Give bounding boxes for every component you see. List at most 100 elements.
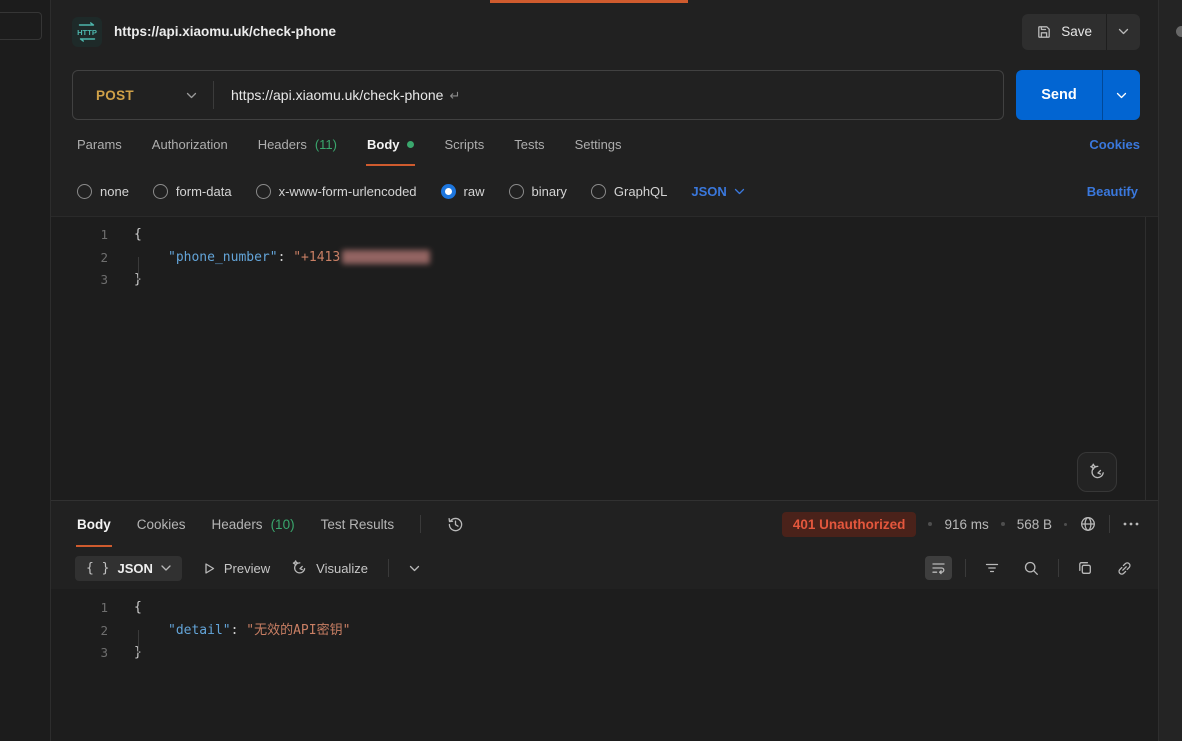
request-body-editor[interactable]: 1 { 2 "phone_number": "+1413XXXXXXX 3 } [51, 216, 1158, 500]
body-mode-row: none form-data x-www-form-urlencoded raw… [51, 166, 1158, 216]
search-icon[interactable] [1018, 556, 1045, 581]
response-size: 568 B [1017, 517, 1052, 532]
save-button-main[interactable]: Save [1022, 14, 1106, 50]
radio-binary[interactable]: binary [509, 184, 567, 199]
code-line: 2 "phone_number": "+1413XXXXXXX [51, 247, 1158, 270]
save-label: Save [1061, 24, 1092, 39]
tab-body[interactable]: Body [367, 122, 415, 166]
body-modified-dot [407, 141, 414, 148]
network-globe-icon[interactable] [1079, 515, 1097, 533]
line-number: 2 [51, 247, 108, 270]
response-panel: Body Cookies Headers(10) Test Results 40… [51, 500, 1158, 741]
radio-graphql[interactable]: GraphQL [591, 184, 667, 199]
json-value: "无效的API密钥" [246, 623, 350, 638]
separator-dot [1064, 523, 1067, 526]
beautify-link[interactable]: Beautify [1087, 184, 1138, 199]
divider [420, 515, 421, 533]
http-badge-text: HTTP [77, 28, 97, 37]
send-dropdown-caret[interactable] [1103, 70, 1140, 120]
response-body-editor[interactable]: 1 { 2 "detail": "无效的API密钥" 3 } [51, 589, 1158, 741]
radio-x-www-form-urlencoded[interactable]: x-www-form-urlencoded [256, 184, 417, 199]
url-bar: POST https://api.xiaomu.uk/check-phone↵ [72, 70, 1004, 120]
request-workspace: HTTP https://api.xiaomu.uk/check-phone S… [51, 0, 1158, 741]
json-value-visible: "+1413 [293, 250, 340, 265]
headers-count: (11) [315, 137, 337, 152]
response-history-icon[interactable] [447, 516, 464, 533]
radio-circle-checked [441, 184, 456, 199]
wrap-lines-button[interactable] [925, 556, 952, 580]
line-number: 3 [51, 642, 108, 665]
more-options-icon[interactable] [1122, 521, 1140, 527]
divider [1058, 559, 1059, 577]
tab-tests[interactable]: Tests [514, 122, 544, 166]
save-button[interactable]: Save [1022, 14, 1140, 50]
tab-settings[interactable]: Settings [575, 122, 622, 166]
radio-form-data[interactable]: form-data [153, 184, 232, 199]
request-header-bar: HTTP https://api.xiaomu.uk/check-phone S… [51, 0, 1158, 63]
play-icon [202, 561, 216, 576]
sidebar-partial-tab[interactable] [0, 12, 42, 40]
method-selector[interactable]: POST [73, 88, 213, 103]
line-number: 1 [51, 224, 108, 247]
tab-response-body[interactable]: Body [77, 501, 111, 547]
tab-response-headers[interactable]: Headers(10) [212, 501, 295, 547]
radio-circle [153, 184, 168, 199]
rail-partial-icon[interactable] [1176, 26, 1182, 37]
url-input[interactable]: https://api.xiaomu.uk/check-phone↵ [214, 87, 460, 104]
code-line: 1 { [51, 597, 1158, 620]
visualize-button[interactable]: Visualize [290, 559, 368, 577]
filter-icon[interactable] [979, 557, 1005, 579]
radio-raw[interactable]: raw [441, 184, 485, 199]
preview-button[interactable]: Preview [202, 561, 270, 576]
response-tabs: Body Cookies Headers(10) Test Results 40… [51, 501, 1158, 547]
url-bar-row: POST https://api.xiaomu.uk/check-phone↵ … [72, 70, 1140, 120]
line-number: 2 [51, 620, 108, 643]
language-selector[interactable]: JSON [691, 184, 744, 199]
response-format-button[interactable]: { } JSON [75, 556, 182, 581]
send-label[interactable]: Send [1016, 70, 1102, 120]
method-caret-icon [186, 92, 197, 99]
link-icon[interactable] [1111, 556, 1138, 581]
postbot-sparkle-icon [1087, 462, 1107, 482]
copy-icon[interactable] [1072, 556, 1098, 580]
json-colon: : [231, 623, 247, 638]
code-line: 3 } [51, 269, 1158, 292]
tab-headers[interactable]: Headers(11) [258, 122, 337, 166]
save-dropdown-caret[interactable] [1107, 14, 1140, 50]
right-sidebar-rail [1158, 0, 1182, 741]
active-tab-accent-bar [490, 0, 688, 3]
radio-circle [509, 184, 524, 199]
editor-scrollbar[interactable] [1145, 217, 1158, 500]
separator-dot [928, 522, 932, 526]
tab-authorization[interactable]: Authorization [152, 122, 228, 166]
separator-dot [1001, 522, 1005, 526]
postbot-button[interactable] [1077, 452, 1117, 492]
tab-test-results[interactable]: Test Results [321, 501, 395, 547]
curly-braces-icon: { } [86, 561, 109, 576]
radio-none[interactable]: none [77, 184, 129, 199]
code-line: 2 "detail": "无效的API密钥" [51, 620, 1158, 643]
send-button[interactable]: Send [1016, 70, 1140, 120]
response-toolbar: { } JSON Preview Visualize [51, 547, 1158, 589]
code-line: 1 { [51, 224, 1158, 247]
line-number: 1 [51, 597, 108, 620]
tab-params[interactable]: Params [77, 122, 122, 166]
json-key: "phone_number" [168, 250, 278, 265]
divider [1109, 515, 1110, 533]
method-label: POST [96, 88, 186, 103]
tab-scripts[interactable]: Scripts [444, 122, 484, 166]
line-number: 3 [51, 269, 108, 292]
http-request-icon: HTTP [72, 17, 102, 47]
enter-hint-icon: ↵ [449, 88, 460, 103]
response-time: 916 ms [944, 517, 988, 532]
tab-response-cookies[interactable]: Cookies [137, 501, 186, 547]
visualize-collapse-caret[interactable] [409, 565, 420, 572]
request-title: https://api.xiaomu.uk/check-phone [114, 24, 336, 39]
radio-circle [77, 184, 92, 199]
json-colon: : [278, 250, 294, 265]
response-tools-right [925, 556, 1138, 581]
cookies-link[interactable]: Cookies [1089, 137, 1140, 152]
response-meta: 401 Unauthorized 916 ms 568 B [782, 512, 1140, 537]
divider [965, 559, 966, 577]
save-icon [1036, 24, 1052, 40]
